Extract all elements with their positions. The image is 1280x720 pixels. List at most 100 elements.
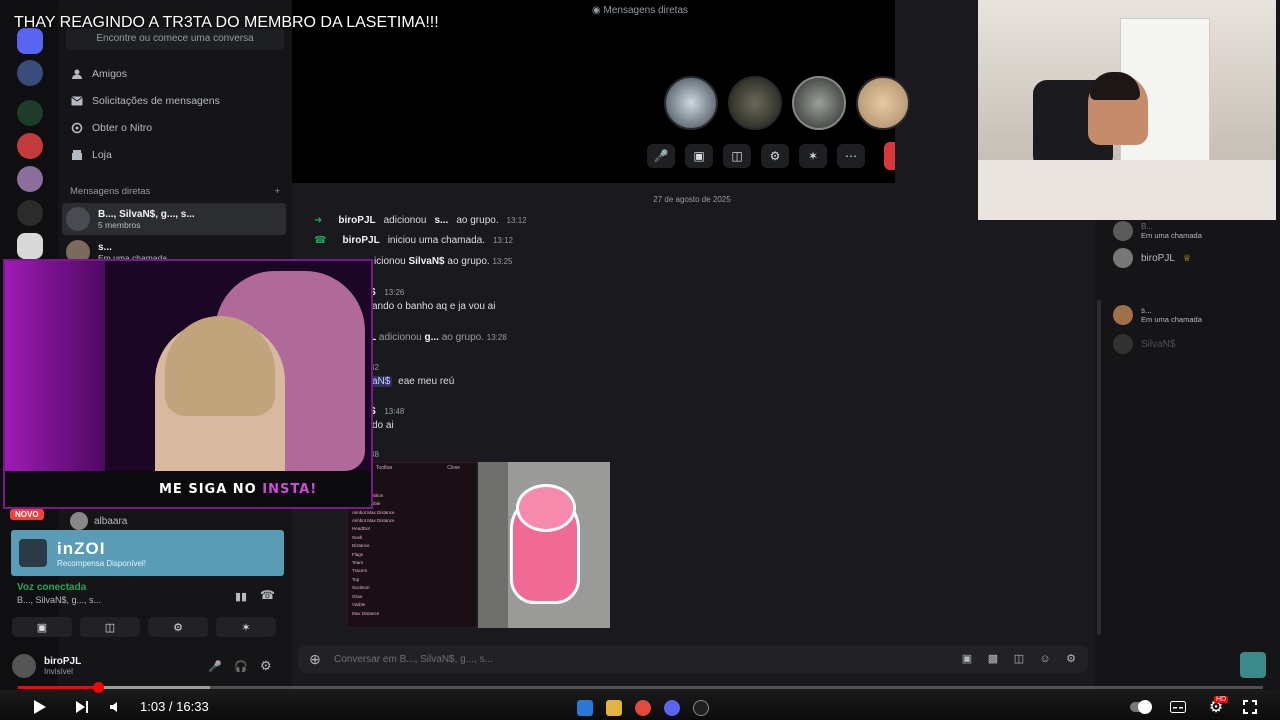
message-text: ando o banho aq e ja vou ai [372, 301, 496, 312]
headphones-icon[interactable]: 🎧 [234, 660, 252, 673]
user-mention[interactable]: aN$ [370, 376, 393, 387]
image-attachment-cat[interactable] [478, 462, 610, 628]
message-target[interactable]: g... [424, 332, 438, 343]
next-button[interactable] [72, 697, 92, 717]
dm-item-partial[interactable]: albaara [70, 512, 127, 530]
menu-line: Aimbot Max Distance [352, 518, 395, 524]
progress-played [18, 686, 98, 689]
disconnect-icon[interactable]: ☎ [260, 588, 275, 602]
nav-item-friends[interactable]: Amigos [66, 62, 286, 86]
message-input[interactable]: Conversar em B..., SilvaN$, g..., s... [334, 654, 493, 665]
dm-item-group[interactable]: B..., SilvaN$, g..., s... 5 membros [62, 203, 286, 235]
mic-button[interactable]: 🎤 [647, 144, 675, 168]
call-participant-avatar[interactable] [664, 76, 718, 130]
user-status: Invisível [44, 667, 73, 676]
call-header: ◉ Mensagens diretas [592, 5, 688, 16]
noise-suppression-icon[interactable]: ▮▮ [235, 590, 247, 603]
camera-off-button[interactable]: ▣ [12, 617, 72, 637]
member-item[interactable]: B... Em uma chamada [1113, 221, 1202, 241]
sticker-icon[interactable]: ◫ [1012, 653, 1026, 665]
message-author[interactable]: biroPJL [342, 235, 379, 246]
nav-item-nitro[interactable]: Obter o Nitro [66, 116, 286, 140]
server-icon[interactable] [17, 60, 43, 86]
screen-share-button[interactable]: ◫ [723, 144, 751, 168]
chrome-icon[interactable] [635, 700, 651, 716]
call-participant-avatar[interactable] [792, 76, 846, 130]
promo-banner[interactable]: inZOI Recompensa Disponível! [11, 530, 284, 576]
nav-label: Amigos [92, 68, 128, 80]
user-avatar[interactable] [12, 654, 36, 678]
message-text: eae meu reú [398, 376, 455, 387]
leave-call-button[interactable] [884, 142, 895, 170]
menu-line: Distance [352, 543, 370, 549]
subtitles-icon[interactable] [1168, 697, 1188, 717]
nav-label: Loja [92, 149, 112, 161]
nav-label: Obter o Nitro [92, 122, 153, 134]
system-message: icionou SilvaN$ ao grupo. 13:25 [374, 256, 512, 267]
fullscreen-icon[interactable] [1240, 697, 1260, 717]
server-icon[interactable] [17, 200, 43, 226]
menu-line: Glow [352, 593, 363, 599]
call-participant-avatar[interactable] [856, 76, 910, 130]
file-explorer-icon[interactable] [606, 700, 622, 716]
volume-icon[interactable] [106, 697, 126, 717]
phone-icon: ☎ [314, 235, 327, 246]
discord-icon[interactable] [664, 700, 680, 716]
message-target[interactable]: SilvaN$ [408, 256, 444, 267]
add-dm-button[interactable]: + [274, 186, 280, 197]
server-icon[interactable] [17, 133, 43, 159]
app-corner-icon[interactable] [1240, 652, 1266, 678]
message: aN$ eae meu reú [370, 376, 454, 387]
apps-icon[interactable]: ⚙ [1064, 653, 1078, 665]
server-icon[interactable] [17, 100, 43, 126]
more-icon[interactable]: ⋯ [837, 144, 865, 168]
play-button[interactable] [30, 697, 50, 717]
activity-button[interactable]: ⚙ [148, 617, 208, 637]
nav-item-shop[interactable]: Loja [66, 143, 286, 167]
obs-icon[interactable] [693, 700, 709, 716]
member-activity: Em uma chamada [1141, 231, 1202, 240]
soundboard-button[interactable]: ✶ [216, 617, 276, 637]
dm-header-icon: ◉ [592, 5, 601, 16]
autoplay-toggle[interactable] [1130, 697, 1152, 717]
menu-line: HeadDot [352, 526, 370, 532]
nav-item-message-requests[interactable]: Solicitações de mensagens [66, 89, 286, 113]
soundboard-button[interactable]: ✶ [799, 144, 827, 168]
message-list: 27 de agosto de 2025 ➜ biroPJL adicionou… [292, 190, 1095, 650]
call-participant-avatar[interactable] [728, 76, 782, 130]
message-time: 13:48 [384, 407, 405, 416]
server-icon[interactable] [17, 233, 43, 259]
nitro-icon [70, 121, 84, 135]
camera-button[interactable]: ▣ [685, 144, 713, 168]
emoji-icon[interactable]: ☺ [1038, 653, 1052, 665]
progress-bar[interactable] [18, 682, 1263, 693]
microphone-icon[interactable]: 🎤 [208, 660, 226, 673]
gift-icon[interactable]: ▣ [960, 653, 974, 665]
follow-accent: INSTA! [262, 482, 318, 497]
settings-icon[interactable]: ⚙ HD [1206, 696, 1229, 717]
member-item[interactable]: biroPJL ♕ [1113, 248, 1191, 268]
member-name: SilvaN$ [1141, 338, 1176, 350]
shop-icon [70, 148, 84, 162]
settings-icon[interactable]: ⚙ [260, 658, 278, 674]
add-attachment-icon[interactable]: ⊕ [308, 652, 322, 666]
menu-line: Aimbot Max Distance [352, 509, 395, 515]
promo-logo: inZOI [57, 538, 106, 558]
member-item[interactable]: s... Em uma chamada [1113, 305, 1202, 325]
activity-button[interactable]: ⚙ [761, 144, 789, 168]
screen-share-button[interactable]: ◫ [80, 617, 140, 637]
group-avatar [66, 207, 90, 231]
windows-start-icon[interactable] [577, 700, 593, 716]
user-name: biroPJL [44, 656, 82, 667]
hd-badge: HD [1214, 696, 1229, 703]
call-header-text: Mensagens diretas [603, 5, 689, 16]
chat-scrollbar[interactable] [1097, 300, 1101, 635]
message-author[interactable]: biroPJL [338, 215, 375, 226]
message-target[interactable]: s... [434, 215, 448, 226]
message-text: adicionou [378, 332, 422, 343]
member-activity: Em uma chamada [1141, 315, 1202, 324]
progress-scrubber[interactable] [92, 682, 104, 693]
gif-icon[interactable]: ▩ [986, 653, 1000, 665]
server-icon[interactable] [17, 166, 43, 192]
member-item[interactable]: SilvaN$ [1113, 334, 1175, 354]
